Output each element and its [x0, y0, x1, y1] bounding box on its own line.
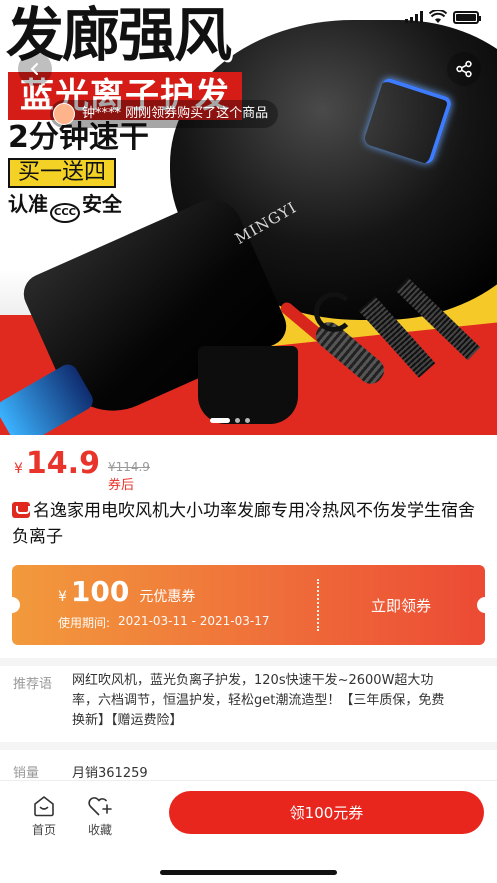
- buyer-avatar: [53, 103, 75, 125]
- carousel-dot[interactable]: [245, 418, 250, 423]
- favorite-add-icon: [88, 797, 112, 816]
- share-button[interactable]: [447, 52, 481, 86]
- coupon-card[interactable]: ¥ 100 元优惠券 使用期间: 2021-03-11 - 2021-03-17…: [12, 565, 485, 645]
- hair-clip-image: [314, 292, 354, 332]
- purchase-toast: 钟**** 刚刚领券购买了这个商品: [50, 100, 279, 128]
- share-icon: [456, 60, 472, 78]
- ccc-mark-icon: CCC: [50, 203, 80, 223]
- coupon-notch-left: [12, 597, 20, 613]
- favorite-label: 收藏: [87, 823, 112, 837]
- battery-icon: [453, 10, 481, 24]
- carousel-dot-active[interactable]: [210, 418, 230, 423]
- coupon-currency: ¥: [58, 589, 67, 605]
- original-price: ¥114.9: [107, 460, 150, 474]
- section-divider: [0, 658, 497, 666]
- cert-suffix: 安全: [82, 192, 122, 216]
- sales-value: 月销361259: [72, 766, 148, 781]
- coupon-period: 使用期间: 2021-03-11 - 2021-03-17: [58, 614, 269, 631]
- claim-coupon-button[interactable]: 立即领券: [317, 565, 485, 645]
- coupon-period-value: 2021-03-11 - 2021-03-17: [118, 614, 270, 628]
- coupon-amount: ¥ 100 元优惠券: [58, 575, 195, 608]
- signal-icon: [405, 11, 423, 23]
- price-currency: ¥: [14, 461, 23, 477]
- wifi-icon: [429, 10, 447, 23]
- coupon-name: 元优惠券: [139, 589, 196, 605]
- back-button[interactable]: [18, 52, 52, 86]
- carousel-indicator: [210, 418, 250, 423]
- price-suffix: 券后: [107, 478, 134, 493]
- coupon-period-label: 使用期间:: [58, 616, 111, 630]
- recommend-label: 推荐语: [13, 677, 53, 692]
- carousel-dot[interactable]: [235, 418, 240, 423]
- tmall-icon: [12, 502, 30, 518]
- back-icon: [30, 63, 38, 75]
- home-icon: [34, 796, 54, 817]
- price-meta: ¥114.9 券后: [108, 460, 150, 493]
- status-indicators: [405, 10, 481, 24]
- banner-promo: 买一送四: [8, 158, 117, 188]
- recommend-text: 网红吹风机，蓝光负离子护发，120s快速干发~2600W超大功率，六档调节，恒温…: [72, 673, 445, 728]
- section-divider: [0, 742, 497, 750]
- sales-label: 销量: [13, 766, 40, 781]
- bottom-action-bar: 首页 收藏 领100元券: [0, 780, 497, 883]
- toast-text: 钟**** 刚刚领券购买了这个商品: [82, 106, 269, 121]
- price-row: ¥ 14.9 ¥114.9 券后: [14, 446, 150, 495]
- cert-prefix: 认准: [8, 192, 48, 216]
- product-title: 名逸家用电吹风机大小功率发廊专用冷热风不伤发学生宿舍负离子: [12, 498, 486, 550]
- favorite-tab[interactable]: 收藏: [75, 795, 125, 838]
- banner-certification: 认准 CCC 安全: [8, 192, 122, 223]
- current-price: 14.9: [25, 446, 100, 481]
- home-tab[interactable]: 首页: [19, 795, 69, 838]
- home-label: 首页: [31, 823, 56, 837]
- get-coupon-button[interactable]: 领100元券: [169, 791, 484, 834]
- coupon-value: 100: [70, 575, 130, 608]
- diffuser-accessory-image: [198, 346, 298, 424]
- product-image-carousel[interactable]: MINGYI 发廊强风 蓝光离子护发 2分钟速干 买一送四 认准 CCC 安全 钟*…: [0, 0, 497, 435]
- home-indicator[interactable]: [160, 870, 337, 875]
- product-title-text: 名逸家用电吹风机大小功率发廊专用冷热风不伤发学生宿舍负离子: [12, 501, 475, 547]
